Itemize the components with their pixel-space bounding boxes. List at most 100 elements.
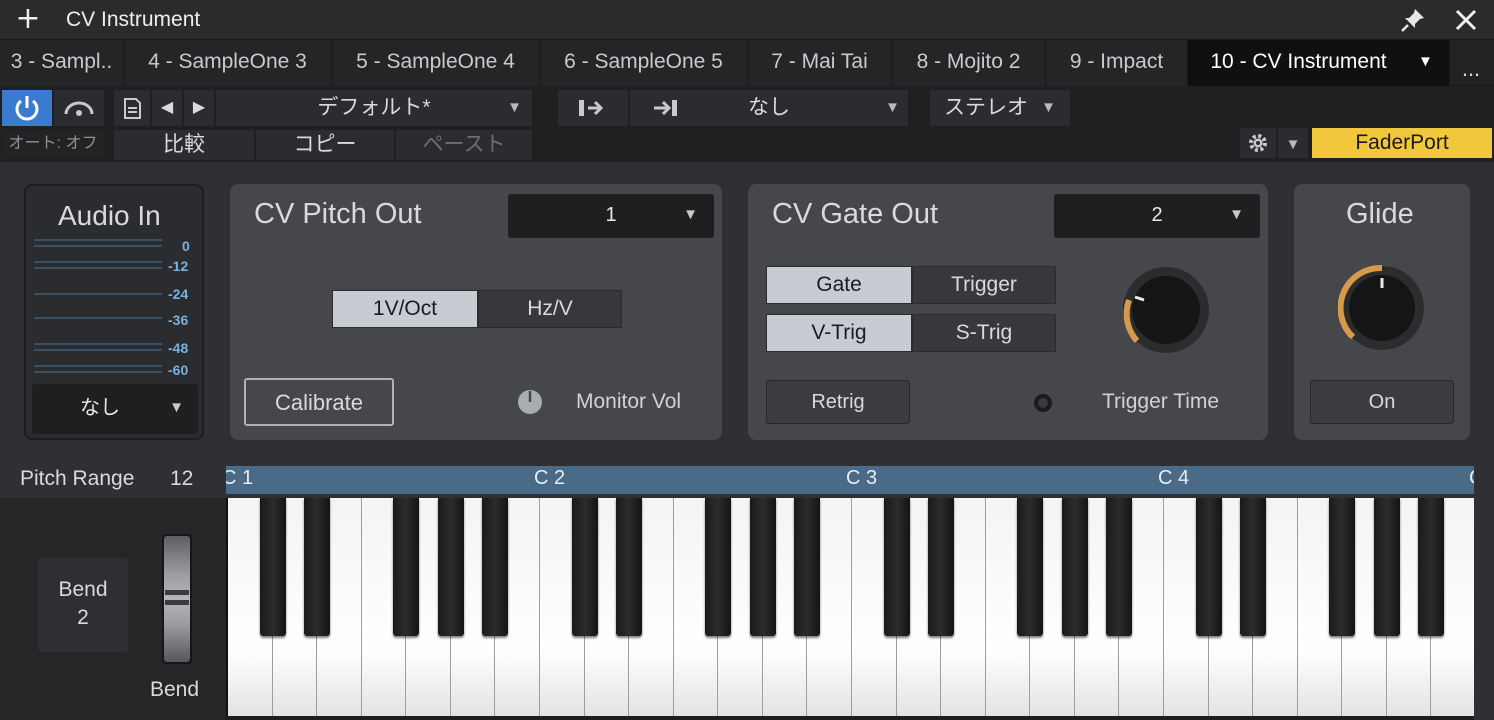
tab-sampleone-3[interactable]: 4 - SampleOne 3: [124, 40, 332, 86]
cv-gate-out-section: CV Gate Out 2 ▼ Gate Trigger V-Trig S-Tr…: [748, 184, 1268, 440]
right-edge: [1474, 462, 1494, 720]
preset-menu-button[interactable]: [114, 90, 150, 126]
chevron-down-icon: ▼: [169, 399, 184, 416]
black-key[interactable]: [1106, 498, 1133, 636]
s-trig-button[interactable]: S-Trig: [912, 314, 1056, 352]
window-title: CV Instrument: [66, 8, 201, 31]
close-icon[interactable]: [1452, 6, 1480, 34]
glide-on-button[interactable]: On: [1310, 380, 1454, 424]
tab-cv-instrument[interactable]: 10 - CV Instrument ▼: [1188, 40, 1450, 86]
octave-ruler: C 1 C 2 C 3 C 4 C: [226, 466, 1474, 494]
settings-button[interactable]: [1240, 128, 1276, 158]
meter-scale-24: -24: [168, 286, 189, 302]
black-key[interactable]: [705, 498, 732, 636]
arc-icon: [64, 101, 94, 116]
next-preset-button[interactable]: ▶: [184, 90, 214, 126]
document-icon: [124, 98, 141, 119]
gate-channel-value: 2: [1151, 204, 1163, 226]
cv-pitch-out-title: CV Pitch Out: [254, 198, 422, 230]
paste-button[interactable]: ペースト: [396, 130, 532, 160]
retrig-button[interactable]: Retrig: [766, 380, 910, 424]
black-key[interactable]: [794, 498, 821, 636]
black-key[interactable]: [1195, 498, 1222, 636]
pin-icon[interactable]: [1399, 6, 1427, 34]
gate-channel-dropdown[interactable]: 2 ▼: [1054, 194, 1260, 238]
meter-scale-0: 0: [182, 238, 190, 254]
audio-in-source-dropdown[interactable]: なし ▼: [32, 384, 198, 434]
black-key[interactable]: [1017, 498, 1044, 636]
trigger-time-knob[interactable]: [1032, 392, 1054, 414]
plugin-toolbar: オート: オフ ◀ ▶ デフォルト* ▼ 比較 コピー ペースト なし ▼ ステ…: [0, 86, 1494, 162]
tab-mai-tai[interactable]: 7 - Mai Tai: [748, 40, 892, 86]
gate-knob[interactable]: [1120, 264, 1212, 356]
bend-wheel[interactable]: [162, 534, 192, 664]
cv-pitch-out-section: CV Pitch Out 1 ▼ 1V/Oct Hz/V Calibrate M…: [230, 184, 722, 440]
trigger-mode-button[interactable]: Trigger: [912, 266, 1056, 304]
tab-impact[interactable]: 9 - Impact: [1046, 40, 1188, 86]
audio-in-source-value: なし: [80, 397, 120, 419]
meter-scale-48: -48: [168, 340, 189, 356]
gate-mode-button[interactable]: Gate: [766, 266, 912, 304]
chevron-down-icon: ▼: [507, 99, 522, 116]
chevron-down-icon: ▼: [1041, 99, 1056, 116]
piano-keyboard[interactable]: [226, 498, 1476, 716]
copy-button[interactable]: コピー: [256, 130, 394, 160]
bend-range-label: Bend: [58, 578, 108, 601]
bypass-button[interactable]: [54, 90, 104, 126]
mode-hz-v-button[interactable]: Hz/V: [478, 290, 622, 328]
black-key[interactable]: [1373, 498, 1400, 636]
black-key[interactable]: [304, 498, 331, 636]
black-key[interactable]: [1329, 498, 1356, 636]
power-icon: [15, 96, 39, 121]
black-key[interactable]: [1418, 498, 1445, 636]
prev-preset-button[interactable]: ◀: [152, 90, 182, 126]
tab-sampleone-5[interactable]: 6 - SampleOne 5: [540, 40, 748, 86]
audio-in-section: Audio In 0 -12 -24 -36 -48 -60 なし ▼: [24, 184, 204, 440]
v-trig-button[interactable]: V-Trig: [766, 314, 912, 352]
black-key[interactable]: [883, 498, 910, 636]
black-key[interactable]: [259, 498, 286, 636]
power-button[interactable]: [2, 90, 52, 126]
automation-button[interactable]: オート: オフ: [2, 130, 104, 158]
octave-label-c4: C 4: [1158, 467, 1190, 489]
tab-sampleone-4[interactable]: 5 - SampleOne 4: [332, 40, 540, 86]
more-tabs-button[interactable]: ...: [1454, 52, 1488, 86]
compare-button[interactable]: 比較: [114, 130, 254, 160]
controller-button[interactable]: FaderPort: [1312, 128, 1492, 158]
plus-icon[interactable]: +: [14, 4, 42, 34]
bend-range-value: 2: [77, 606, 89, 629]
black-key[interactable]: [437, 498, 464, 636]
sidechain-in-button[interactable]: [558, 90, 628, 126]
monitor-vol-knob[interactable]: [516, 388, 544, 416]
cv-gate-out-title: CV Gate Out: [772, 198, 939, 230]
meter-scale-12: -12: [168, 258, 189, 274]
pitch-range-label: Pitch Range: [20, 467, 135, 490]
sidechain-in-icon: [579, 100, 604, 116]
chevron-down-icon: ▼: [1229, 206, 1244, 223]
sidechain-value: なし: [748, 96, 790, 119]
output-dropdown[interactable]: ステレオ ▼: [930, 90, 1070, 126]
black-key[interactable]: [482, 498, 509, 636]
mode-1v-oct-button[interactable]: 1V/Oct: [332, 290, 478, 328]
pitch-range-value[interactable]: 12: [170, 467, 193, 491]
preset-dropdown[interactable]: デフォルト* ▼: [216, 90, 532, 126]
black-key[interactable]: [571, 498, 598, 636]
calibrate-button[interactable]: Calibrate: [244, 378, 394, 426]
bend-range-box[interactable]: Bend 2: [38, 558, 128, 652]
preset-name: デフォルト*: [317, 96, 431, 119]
chevron-down-icon[interactable]: ▼: [1418, 40, 1433, 84]
glide-knob[interactable]: [1338, 264, 1426, 352]
tab-mojito-2[interactable]: 8 - Mojito 2: [892, 40, 1046, 86]
pitch-channel-dropdown[interactable]: 1 ▼: [508, 194, 714, 238]
controller-menu-button[interactable]: ▼: [1278, 128, 1308, 158]
sidechain-dropdown[interactable]: なし ▼: [630, 90, 908, 126]
black-key[interactable]: [1061, 498, 1088, 636]
gear-icon: [1249, 134, 1267, 152]
black-key[interactable]: [1240, 498, 1267, 636]
black-key[interactable]: [616, 498, 643, 636]
trigger-time-label: Trigger Time: [1102, 390, 1220, 413]
black-key[interactable]: [393, 498, 420, 636]
black-key[interactable]: [928, 498, 955, 636]
tab-sampleone-2[interactable]: 3 - Sampl..: [0, 40, 124, 86]
black-key[interactable]: [749, 498, 776, 636]
